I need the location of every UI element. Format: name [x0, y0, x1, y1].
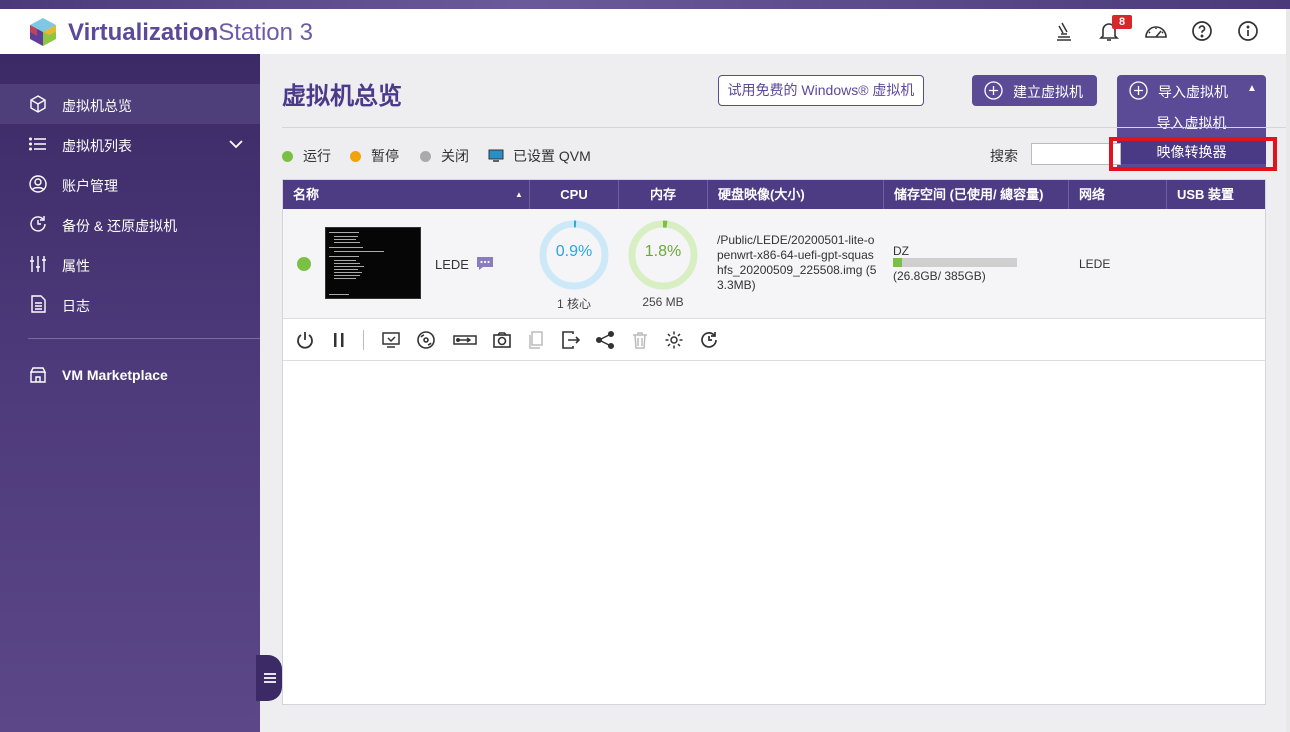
- log-icon: [31, 295, 46, 313]
- legend-running: 运行: [282, 146, 331, 166]
- create-vm-button[interactable]: 建立虚拟机: [972, 75, 1097, 106]
- table-row[interactable]: LEDE 0.9% 1 核心 1.8% 256 MB /Public/LEDE/…: [283, 209, 1265, 319]
- app-header: VirtualizationStation 3 8: [0, 9, 1286, 54]
- sidebar-item-label: 属性: [62, 258, 90, 274]
- column-header-storage[interactable]: 储存空间 (已使用/ 總容量): [884, 180, 1069, 209]
- storage-usage-fill: [893, 258, 902, 267]
- search-label: 搜索: [990, 148, 1018, 164]
- account-icon: [29, 175, 47, 193]
- chevron-down-icon[interactable]: [228, 136, 244, 152]
- storage-name: DZ: [893, 244, 909, 258]
- chat-bubble-icon[interactable]: [476, 256, 494, 271]
- tasks-icon[interactable]: [1053, 20, 1075, 42]
- cd-dvd-icon[interactable]: [416, 330, 436, 350]
- column-header-disk-image[interactable]: 硬盘映像(大小): [708, 180, 884, 209]
- network-value: LEDE: [1079, 257, 1111, 271]
- sidebar-item-label: 账户管理: [62, 178, 118, 194]
- settings-gear-icon[interactable]: [664, 330, 684, 350]
- vm-action-toolbar: [283, 320, 1265, 361]
- sidebar-item-label: VM Marketplace: [62, 367, 168, 383]
- notification-badge: 8: [1112, 15, 1132, 29]
- window-top-strip: [0, 0, 1290, 9]
- storage-usage-bar: [893, 258, 1017, 267]
- create-vm-label: 建立虚拟机: [1013, 84, 1083, 100]
- main-content: 虚拟机总览 试用免费的 Windows® 虚拟机 建立虚拟机 导入虚拟机 ▲ 导…: [260, 54, 1286, 732]
- title-divider: [282, 127, 1286, 128]
- resource-monitor-icon[interactable]: [1144, 20, 1168, 42]
- table-header: 名称 ▲ CPU 内存 硬盘映像(大小) 储存空间 (已使用/ 總容量) 网络 …: [283, 180, 1265, 209]
- sidebar: 虚拟机总览 虚拟机列表 账户管理 备份 & 还原虚拟机 属性 日志 VM Mar…: [0, 54, 260, 732]
- sort-asc-icon: ▲: [515, 190, 523, 199]
- info-icon[interactable]: [1237, 20, 1259, 42]
- column-header-name[interactable]: 名称 ▲: [283, 180, 530, 209]
- memory-size: 256 MB: [642, 295, 684, 309]
- page-title: 虚拟机总览: [282, 83, 402, 110]
- help-icon[interactable]: [1191, 20, 1213, 42]
- sidebar-item-properties[interactable]: 属性: [0, 244, 260, 284]
- overview-icon: [30, 95, 46, 113]
- column-header-network[interactable]: 网络: [1069, 180, 1167, 209]
- menu-item-import-vm[interactable]: 导入虚拟机: [1117, 109, 1266, 137]
- column-header-usb[interactable]: USB 装置: [1167, 180, 1265, 209]
- vm-name[interactable]: LEDE: [435, 257, 469, 272]
- clone-icon: [529, 331, 543, 349]
- sidebar-item-label: 虚拟机列表: [62, 138, 132, 154]
- plus-circle-icon: [1129, 81, 1148, 100]
- sidebar-item-label: 日志: [62, 298, 90, 314]
- delete-trash-icon: [633, 332, 647, 349]
- search-input[interactable]: [1031, 143, 1121, 165]
- list-icon: [29, 137, 46, 151]
- power-icon[interactable]: [295, 330, 315, 350]
- storage-usage-value: (26.8GB/ 385GB): [893, 269, 986, 283]
- column-header-memory[interactable]: 内存: [619, 180, 708, 209]
- off-dot-icon: [420, 151, 431, 162]
- legend-paused: 暂停: [350, 146, 399, 166]
- legend-qvm: 已设置 QVM: [488, 146, 591, 166]
- column-header-cpu[interactable]: CPU: [530, 180, 619, 209]
- sidebar-item-label: 虚拟机总览: [62, 98, 132, 114]
- sidebar-divider: [28, 338, 260, 339]
- cpu-usage-value: 0.9%: [555, 243, 593, 260]
- sidebar-item-overview[interactable]: 虚拟机总览: [0, 84, 260, 124]
- sidebar-item-accounts[interactable]: 账户管理: [0, 164, 260, 204]
- backup-history-icon[interactable]: [699, 330, 719, 350]
- sidebar-item-vm-list[interactable]: 虚拟机列表: [0, 124, 260, 164]
- usb-icon[interactable]: [453, 330, 477, 350]
- sidebar-item-backup[interactable]: 备份 & 还原虚拟机: [0, 204, 260, 244]
- pause-icon[interactable]: [329, 330, 349, 350]
- caret-up-icon: ▲: [1247, 83, 1257, 94]
- sidebar-item-marketplace[interactable]: VM Marketplace: [0, 355, 260, 395]
- running-dot-icon: [282, 151, 293, 162]
- app-window: VirtualizationStation 3 8 虚拟机总览 虚拟机列表 账户…: [0, 9, 1286, 732]
- monitor-icon: [488, 149, 504, 162]
- backup-icon: [30, 216, 46, 232]
- sidebar-item-logs[interactable]: 日志: [0, 284, 260, 324]
- toolbar-separator: [363, 330, 364, 350]
- cpu-cores: 1 核心: [556, 297, 591, 311]
- marketplace-icon: [29, 367, 47, 383]
- import-vm-button[interactable]: 导入虚拟机 ▲: [1117, 75, 1266, 106]
- paused-dot-icon: [350, 151, 361, 162]
- window-right-edge: [1286, 9, 1290, 732]
- snapshot-camera-icon[interactable]: [492, 330, 512, 350]
- vm-running-status-icon: [297, 257, 311, 271]
- try-free-windows-vm-button[interactable]: 试用免费的 Windows® 虚拟机: [718, 75, 924, 106]
- plus-circle-icon: [984, 81, 1003, 100]
- highlight-annotation-box: [1109, 137, 1277, 171]
- properties-icon: [30, 256, 46, 272]
- virtualization-station-logo-icon: [30, 18, 56, 46]
- legend-off: 关闭: [420, 146, 469, 166]
- sidebar-item-label: 备份 & 还原虚拟机: [62, 218, 178, 234]
- import-vm-label: 导入虚拟机: [1158, 84, 1228, 100]
- app-title: VirtualizationStation 3: [68, 19, 313, 46]
- export-icon[interactable]: [560, 330, 580, 350]
- console-icon[interactable]: [381, 330, 401, 350]
- disk-image-path: /Public/LEDE/20200501-lite-openwrt-x86-6…: [717, 233, 877, 292]
- vm-console-thumbnail[interactable]: [325, 227, 421, 299]
- vm-table: 名称 ▲ CPU 内存 硬盘映像(大小) 储存空间 (已使用/ 總容量) 网络 …: [282, 179, 1266, 705]
- share-icon[interactable]: [595, 330, 615, 350]
- memory-usage-value: 1.8%: [644, 243, 682, 260]
